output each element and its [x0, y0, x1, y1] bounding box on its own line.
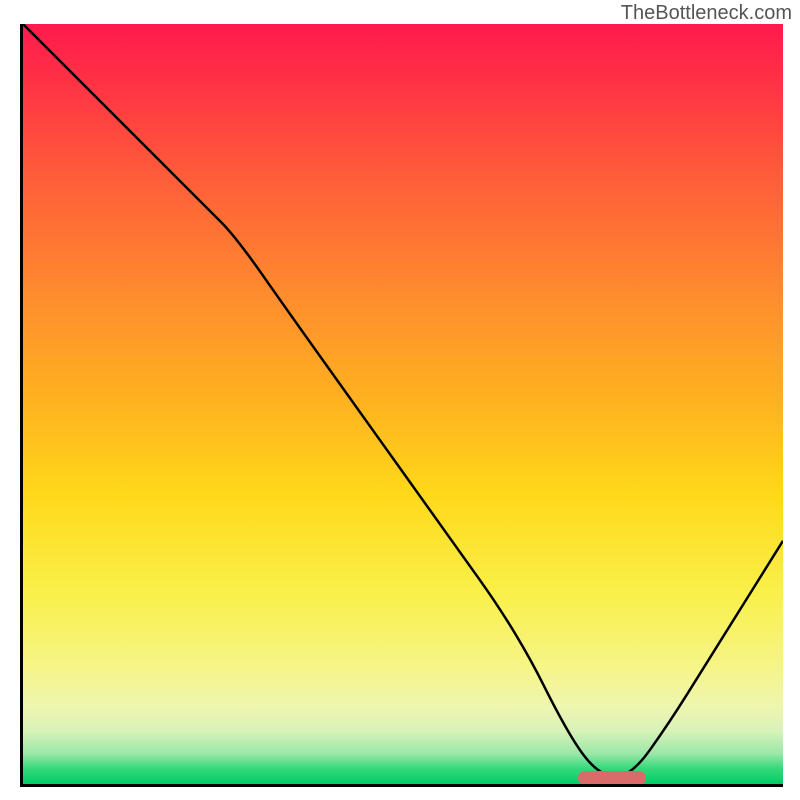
bottleneck-curve — [23, 24, 783, 784]
chart-plot-area — [20, 24, 783, 787]
optimal-range-marker — [578, 771, 646, 785]
watermark-text: TheBottleneck.com — [621, 2, 792, 25]
